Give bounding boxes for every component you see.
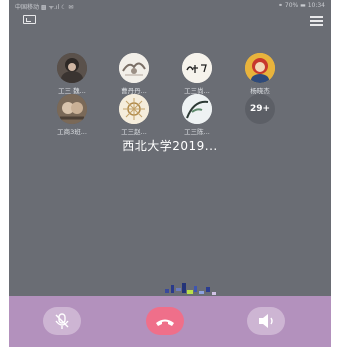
status-bar: 中国移动 ▩ ᯤ.ıl ☾ ✉ ⚭ 70% ▬ 10:34 <box>9 0 331 12</box>
speaker-button[interactable] <box>247 307 285 335</box>
participant-name: 工商3班... <box>57 128 87 136</box>
avatar[interactable] <box>57 94 87 124</box>
avatar[interactable] <box>182 53 212 83</box>
phone-hangup-icon <box>156 319 174 326</box>
voice-call-screen: 中国移动 ▩ ᯤ.ıl ☾ ✉ ⚭ 70% ▬ 10:34 工三 魏... 曹丹… <box>9 0 331 347</box>
avatar[interactable] <box>57 53 87 83</box>
menu-icon[interactable] <box>310 16 323 26</box>
avatar[interactable] <box>245 53 275 83</box>
microphone-muted-icon <box>55 313 69 329</box>
minimize-window-icon[interactable] <box>23 15 36 24</box>
speaker-icon <box>259 314 273 328</box>
avatar[interactable] <box>119 53 149 83</box>
mute-button[interactable] <box>43 307 81 335</box>
participant-name: 工三陈... <box>184 128 210 136</box>
status-right: ⚭ 70% ▬ 10:34 <box>277 2 325 9</box>
avatar[interactable] <box>182 94 212 124</box>
hangup-button[interactable] <box>146 307 184 335</box>
more-participants-badge[interactable]: 29+ <box>245 94 275 124</box>
avatar[interactable] <box>119 94 149 124</box>
participant-name: 工三赵... <box>121 128 147 136</box>
group-name: 西北大学2019... <box>122 139 218 153</box>
call-controls-bar <box>9 296 331 347</box>
status-left: 中国移动 ▩ ᯤ.ıl ☾ ✉ <box>15 4 74 11</box>
